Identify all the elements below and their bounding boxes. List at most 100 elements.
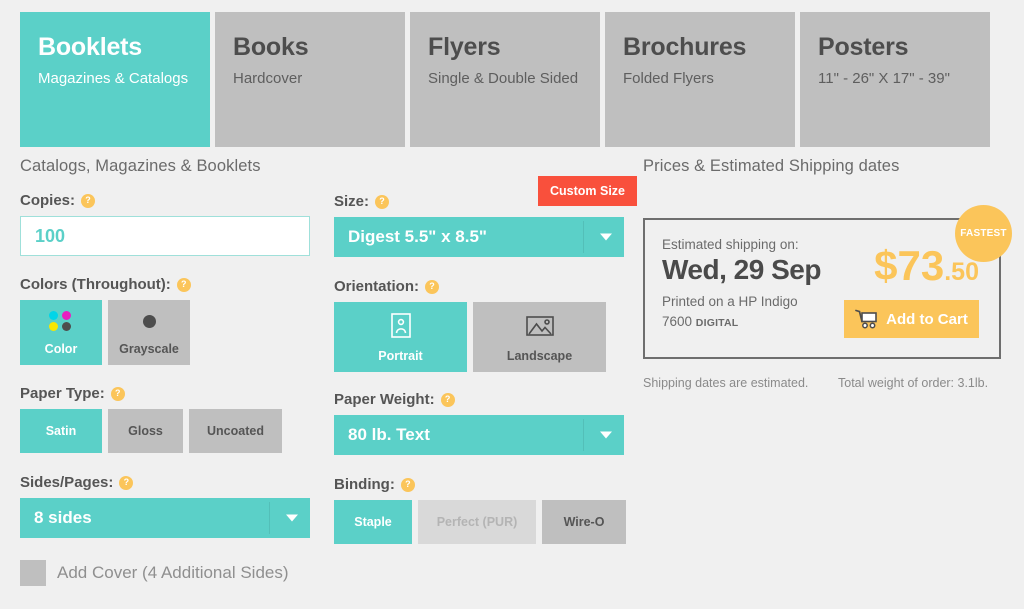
middle-options-column: Custom Size Size: ? Digest 5.5" x 8.5" O…: [334, 157, 638, 544]
cmyk-dots-icon: [49, 300, 73, 342]
paper-weight-label-text: Paper Weight:: [334, 391, 435, 408]
help-icon-colors[interactable]: ?: [176, 277, 191, 292]
add-to-cart-button[interactable]: Add to Cart: [844, 300, 979, 338]
orientation-option-group: Portrait Landscape: [334, 302, 626, 372]
tab-title: Books: [233, 33, 309, 61]
help-icon-paper-type[interactable]: ?: [110, 386, 125, 401]
select-divider: [583, 419, 584, 451]
binding-label: Binding: ?: [334, 476, 626, 493]
orientation-option-portrait[interactable]: Portrait: [334, 302, 467, 372]
add-cover-label: Add Cover (4 Additional Sides): [57, 563, 289, 582]
paper-type-label-text: Paper Type:: [20, 385, 105, 402]
prices-section-title: Prices & Estimated Shipping dates: [643, 157, 900, 175]
orientation-label: Orientation: ?: [334, 278, 626, 295]
price-footnotes: Shipping dates are estimated. Total weig…: [643, 376, 1008, 390]
color-option-color[interactable]: Color: [20, 300, 102, 365]
shipping-note: Shipping dates are estimated.: [643, 376, 809, 390]
portrait-icon: [390, 302, 411, 349]
binding-label-text: Binding:: [334, 476, 395, 493]
tab-subtitle: 11" - 26" X 17" - 39": [818, 70, 950, 88]
help-icon-sides-pages[interactable]: ?: [119, 475, 134, 490]
paper-weight-label: Paper Weight: ?: [334, 391, 626, 408]
color-option-grayscale[interactable]: Grayscale: [108, 300, 190, 365]
printer-tag: DIGITAL: [695, 316, 739, 329]
help-icon-copies[interactable]: ?: [81, 193, 96, 208]
help-icon-orientation[interactable]: ?: [425, 279, 439, 294]
option-label: Grayscale: [119, 342, 179, 356]
orientation-option-landscape[interactable]: Landscape: [473, 302, 606, 372]
add-cover-checkbox[interactable]: [20, 560, 46, 586]
paper-type-option-uncoated[interactable]: Uncoated: [189, 409, 282, 453]
colors-label-text: Colors (Throughout):: [20, 276, 171, 293]
paper-weight-value: 80 lb. Text: [348, 425, 430, 444]
tab-subtitle: Magazines & Catalogs: [38, 70, 189, 88]
cart-icon: [855, 309, 877, 329]
tab-title: Brochures: [623, 33, 747, 61]
chevron-down-icon: [286, 514, 298, 522]
tab-subtitle: Folded Flyers: [623, 70, 714, 88]
print-configurator-page: Booklets Magazines & Catalogs Books Hard…: [0, 0, 1024, 609]
price-display: $73.50: [874, 245, 979, 287]
option-label: Gloss: [128, 424, 163, 438]
binding-option-perfect-pur: Perfect (PUR): [418, 500, 536, 544]
add-cover-checkbox-row[interactable]: Add Cover (4 Additional Sides): [20, 560, 312, 586]
colors-option-group: Color Grayscale: [20, 300, 312, 365]
printer-model: 7600: [662, 313, 696, 329]
price-amount: $73: [874, 242, 945, 289]
tab-posters[interactable]: Posters 11" - 26" X 17" - 39": [800, 12, 990, 147]
binding-option-group: Staple Perfect (PUR) Wire-O: [334, 500, 626, 544]
option-label: Staple: [354, 515, 392, 529]
tab-booklets[interactable]: Booklets Magazines & Catalogs: [20, 12, 210, 147]
help-icon-binding[interactable]: ?: [400, 477, 415, 492]
paper-type-label: Paper Type: ?: [20, 385, 312, 402]
select-divider: [269, 502, 270, 534]
orientation-label-text: Orientation:: [334, 278, 419, 295]
colors-label: Colors (Throughout): ?: [20, 276, 312, 293]
paper-type-option-satin[interactable]: Satin: [20, 409, 102, 453]
tab-title: Posters: [818, 33, 909, 61]
section-title: Catalogs, Magazines & Booklets: [20, 157, 261, 175]
option-label: Satin: [45, 424, 77, 438]
left-options-column: Catalogs, Magazines & Booklets Copies: ?…: [20, 157, 312, 586]
tab-subtitle: Single & Double Sided: [428, 70, 579, 88]
landscape-icon: [525, 302, 554, 349]
option-label: Landscape: [506, 349, 573, 363]
binding-option-wire-o[interactable]: Wire-O: [542, 500, 626, 544]
size-value: Digest 5.5" x 8.5": [348, 227, 487, 246]
tab-books[interactable]: Books Hardcover: [215, 12, 405, 147]
paper-type-option-gloss[interactable]: Gloss: [108, 409, 183, 453]
option-label: Color: [44, 342, 78, 356]
copies-label: Copies: ?: [20, 192, 312, 209]
paper-type-option-group: Satin Gloss Uncoated: [20, 409, 312, 453]
size-label-text: Size:: [334, 193, 370, 210]
sides-pages-select[interactable]: 8 sides: [20, 498, 310, 538]
sides-pages-label-text: Sides/Pages:: [20, 474, 114, 491]
sides-pages-value: 8 sides: [34, 508, 92, 527]
option-label: Uncoated: [207, 424, 264, 438]
custom-size-button[interactable]: Custom Size: [538, 176, 638, 206]
chevron-down-icon: [600, 233, 612, 241]
tab-brochures[interactable]: Brochures Folded Flyers: [605, 12, 795, 147]
help-icon-paper-weight[interactable]: ?: [440, 392, 455, 407]
option-label: Perfect (PUR): [436, 515, 518, 529]
option-label: Portrait: [378, 349, 423, 363]
sides-pages-label: Sides/Pages: ?: [20, 474, 312, 491]
copies-label-text: Copies:: [20, 192, 76, 209]
binding-option-staple[interactable]: Staple: [334, 500, 412, 544]
tab-subtitle: Hardcover: [233, 70, 303, 88]
printer-line-1: Printed on a HP Indigo: [662, 294, 798, 309]
tab-flyers[interactable]: Flyers Single & Double Sided: [410, 12, 600, 147]
prices-panel: Prices & Estimated Shipping dates FASTES…: [643, 157, 1012, 390]
gray-dot-icon: [142, 300, 156, 342]
paper-weight-select[interactable]: 80 lb. Text: [334, 415, 624, 455]
size-select[interactable]: Digest 5.5" x 8.5": [334, 217, 624, 257]
copies-input[interactable]: [20, 216, 310, 256]
price-cents: .50: [944, 258, 979, 286]
product-tabs: Booklets Magazines & Catalogs Books Hard…: [20, 12, 990, 147]
weight-note: Total weight of order: 3.1lb.: [838, 376, 989, 390]
price-card: FASTEST Estimated shipping on: Wed, 29 S…: [643, 205, 1012, 359]
tab-title: Booklets: [38, 33, 142, 61]
add-to-cart-label: Add to Cart: [886, 310, 968, 328]
tab-title: Flyers: [428, 33, 501, 61]
help-icon-size[interactable]: ?: [375, 194, 390, 209]
